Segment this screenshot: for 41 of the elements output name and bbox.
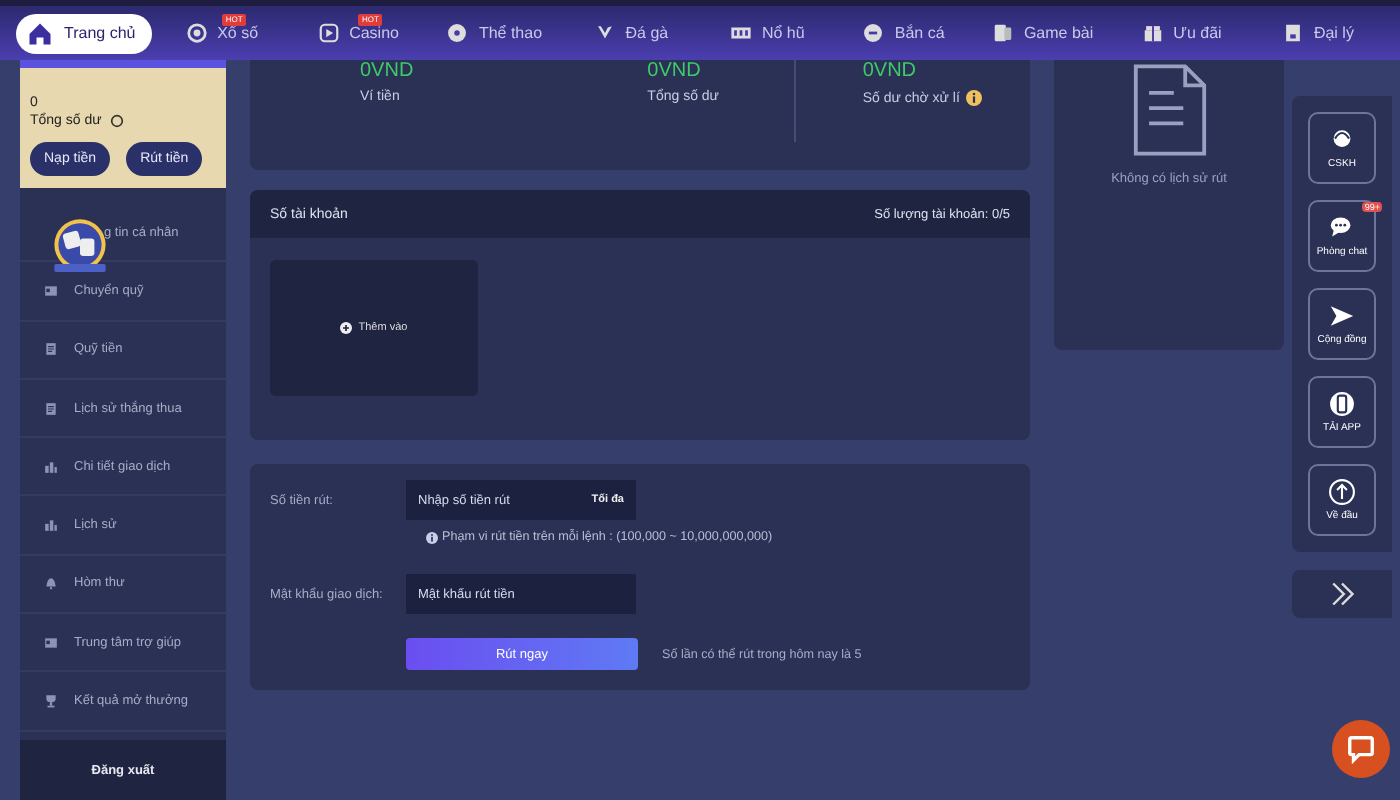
document-icon xyxy=(44,401,58,416)
card-icon xyxy=(44,283,58,298)
info-icon xyxy=(426,531,438,543)
nav-tab[interactable]: Nổ hũ xyxy=(701,16,834,50)
house-icon xyxy=(26,19,54,47)
double-chevron-icon xyxy=(1328,580,1356,608)
ball-icon xyxy=(446,22,469,44)
target-icon xyxy=(185,22,208,44)
bell-icon xyxy=(44,576,58,591)
chat-icon xyxy=(1328,214,1356,242)
gift-icon xyxy=(1141,22,1164,44)
nav-tab[interactable]: Ưu đãi xyxy=(1115,16,1248,50)
cards-icon xyxy=(991,22,1014,44)
nav-tab[interactable]: Trang chủ xyxy=(16,13,152,53)
collapse-button[interactable] xyxy=(1292,570,1392,618)
nav-tab[interactable]: Thể thao xyxy=(428,16,561,50)
send-icon xyxy=(1328,302,1356,330)
balance-value: 0VND xyxy=(862,60,919,82)
speech-bubble-icon xyxy=(1346,734,1376,764)
bar-chart-icon xyxy=(44,459,58,474)
document-icon xyxy=(44,342,58,357)
circle-icon xyxy=(862,22,885,44)
balance-value: 0VND xyxy=(647,60,703,82)
nav-tab[interactable]: Bắn cá xyxy=(837,16,970,50)
live-chat-button[interactable] xyxy=(1332,720,1390,778)
book-icon xyxy=(1281,22,1304,44)
nav-tab[interactable]: Đá gà xyxy=(564,16,698,50)
document-icon xyxy=(1131,60,1207,160)
arrow-up-icon xyxy=(1328,478,1356,506)
play-icon xyxy=(317,22,340,44)
nav-tab[interactable]: Game bài xyxy=(973,16,1112,50)
slot-icon xyxy=(729,22,752,44)
plus-icon xyxy=(340,322,353,334)
refresh-icon[interactable] xyxy=(109,114,124,128)
bar-chart-icon xyxy=(44,518,58,533)
phone-icon xyxy=(1328,390,1356,418)
card-icon xyxy=(44,635,58,650)
trophy-icon xyxy=(44,694,58,709)
info-icon xyxy=(965,90,982,106)
nav-tab[interactable]: Đại lý xyxy=(1251,16,1385,50)
balance-value: 0VND xyxy=(360,60,416,82)
